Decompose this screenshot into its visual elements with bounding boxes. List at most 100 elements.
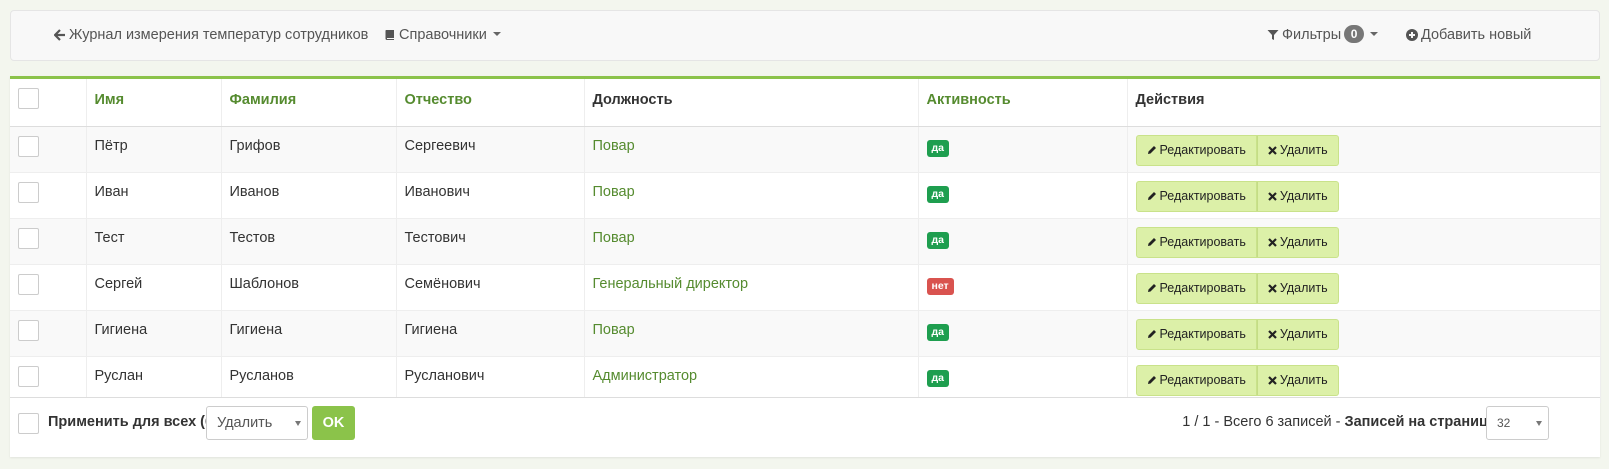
cell-position: Повар: [584, 172, 919, 219]
row-select-cell: [10, 264, 87, 311]
cell-surname: Тестов: [221, 218, 397, 265]
bulk-action-select[interactable]: Удалить: [206, 406, 308, 440]
position-link[interactable]: Генеральный директор: [593, 276, 749, 292]
total-info: Всего 6 записей: [1223, 414, 1332, 430]
row-checkbox[interactable]: [18, 228, 39, 249]
per-page-select[interactable]: 32: [1486, 406, 1549, 440]
header-surname[interactable]: Фамилия: [221, 79, 397, 127]
row-select-cell: [10, 172, 87, 219]
nav-add-new-label: Добавить новый: [1421, 27, 1532, 43]
close-icon: [1268, 192, 1277, 201]
table-row: Сергей Шаблонов Семёнович Генеральный дирек…: [10, 264, 1601, 311]
ok-button[interactable]: OK: [312, 406, 355, 440]
position-link[interactable]: Повар: [593, 230, 635, 246]
caret-down-icon: [1370, 32, 1379, 36]
cell-surname: Шаблонов: [221, 264, 397, 311]
pencil-icon: [1147, 330, 1156, 338]
close-icon: [1268, 146, 1277, 155]
cell-actions: Редактировать Удалить: [1127, 218, 1601, 265]
delete-button[interactable]: Удалить: [1256, 227, 1339, 258]
table-row: Тест Тестов Тестович Повар да Редактировать Уд…: [10, 218, 1601, 265]
edit-button[interactable]: Редактировать: [1135, 181, 1257, 212]
apply-all-checkbox[interactable]: [18, 413, 39, 434]
nav-filters-dropdown[interactable]: Фильтры 0: [1267, 11, 1379, 60]
select-all-checkbox[interactable]: [18, 88, 39, 109]
close-icon: [1268, 330, 1277, 339]
row-select-cell: [10, 126, 87, 173]
cell-name: Иван: [86, 172, 222, 219]
header-actions: Действия: [1127, 79, 1601, 127]
row-actions: Редактировать Удалить: [1135, 273, 1339, 304]
cell-active: нет: [918, 264, 1128, 311]
nav-journal-label: Журнал измерения температур сотрудников: [69, 27, 369, 43]
row-actions: Редактировать Удалить: [1135, 319, 1339, 350]
table-row: Гигиена Гигиена Гигиена Повар да Редактироват…: [10, 310, 1601, 357]
cell-actions: Редактировать Удалить: [1127, 172, 1601, 219]
cell-surname: Русланов: [221, 356, 397, 403]
close-icon: [1268, 376, 1277, 385]
position-link[interactable]: Повар: [593, 138, 635, 154]
edit-button[interactable]: Редактировать: [1135, 227, 1257, 258]
position-link[interactable]: Администратор: [593, 368, 698, 384]
cell-position: Повар: [584, 126, 919, 173]
row-checkbox[interactable]: [18, 136, 39, 157]
active-status-badge: нет: [926, 278, 954, 295]
position-link[interactable]: Повар: [593, 322, 635, 338]
cell-patronymic: Гигиена: [396, 310, 585, 357]
pencil-icon: [1147, 146, 1156, 154]
bulk-action-value: Удалить: [217, 415, 273, 431]
table-header-row: Имя Фамилия Отчество Должность Активност…: [10, 79, 1601, 127]
nav-add-new-button[interactable]: Добавить новый: [1406, 11, 1531, 60]
pencil-icon: [1147, 284, 1156, 292]
delete-button[interactable]: Удалить: [1256, 319, 1339, 350]
pencil-icon: [1147, 238, 1156, 246]
row-select-cell: [10, 310, 87, 357]
edit-button[interactable]: Редактировать: [1135, 319, 1257, 350]
header-select-all-cell: [10, 79, 87, 127]
edit-button[interactable]: Редактировать: [1135, 273, 1257, 304]
cell-active: да: [918, 126, 1128, 173]
close-icon: [1268, 284, 1277, 293]
nav-references-label: Справочники: [399, 27, 487, 43]
cell-patronymic: Русланович: [396, 356, 585, 403]
nav-filters-label: Фильтры: [1282, 27, 1342, 43]
delete-label: Удалить: [1279, 327, 1328, 341]
row-checkbox[interactable]: [18, 366, 39, 387]
edit-label: Редактировать: [1159, 373, 1246, 387]
edit-button[interactable]: Редактировать: [1135, 135, 1257, 166]
per-page-value: 32: [1497, 416, 1511, 430]
active-status-badge: да: [926, 370, 950, 387]
cell-actions: Редактировать Удалить: [1127, 264, 1601, 311]
cell-surname: Грифов: [221, 126, 397, 173]
row-checkbox[interactable]: [18, 182, 39, 203]
delete-button[interactable]: Удалить: [1256, 365, 1339, 396]
header-name[interactable]: Имя: [86, 79, 222, 127]
cell-actions: Редактировать Удалить: [1127, 356, 1601, 403]
cell-position: Повар: [584, 218, 919, 265]
edit-label: Редактировать: [1159, 189, 1246, 203]
delete-button[interactable]: Удалить: [1256, 135, 1339, 166]
page-info: 1 / 1: [1182, 414, 1211, 430]
nav-journal-link[interactable]: Журнал измерения температур сотрудников: [53, 11, 369, 60]
position-link[interactable]: Повар: [593, 184, 635, 200]
select-arrow-icon: [1536, 421, 1542, 426]
row-checkbox[interactable]: [18, 274, 39, 295]
edit-label: Редактировать: [1159, 143, 1246, 157]
row-checkbox[interactable]: [18, 320, 39, 341]
cell-position: Повар: [584, 310, 919, 357]
cell-name: Пётр: [86, 126, 222, 173]
nav-references-dropdown[interactable]: Справочники: [384, 11, 501, 60]
cell-patronymic: Иванович: [396, 172, 585, 219]
delete-button[interactable]: Удалить: [1256, 181, 1339, 212]
edit-button[interactable]: Редактировать: [1135, 365, 1257, 396]
header-active[interactable]: Активность: [918, 79, 1128, 127]
delete-button[interactable]: Удалить: [1256, 273, 1339, 304]
cell-position: Генеральный директор: [584, 264, 919, 311]
edit-label: Редактировать: [1159, 327, 1246, 341]
close-icon: [1268, 238, 1277, 247]
employees-table: Имя Фамилия Отчество Должность Активност…: [10, 79, 1601, 403]
filters-count-badge: 0: [1344, 25, 1365, 43]
cell-position: Администратор: [584, 356, 919, 403]
header-patronymic[interactable]: Отчество: [396, 79, 585, 127]
edit-label: Редактировать: [1159, 281, 1246, 295]
